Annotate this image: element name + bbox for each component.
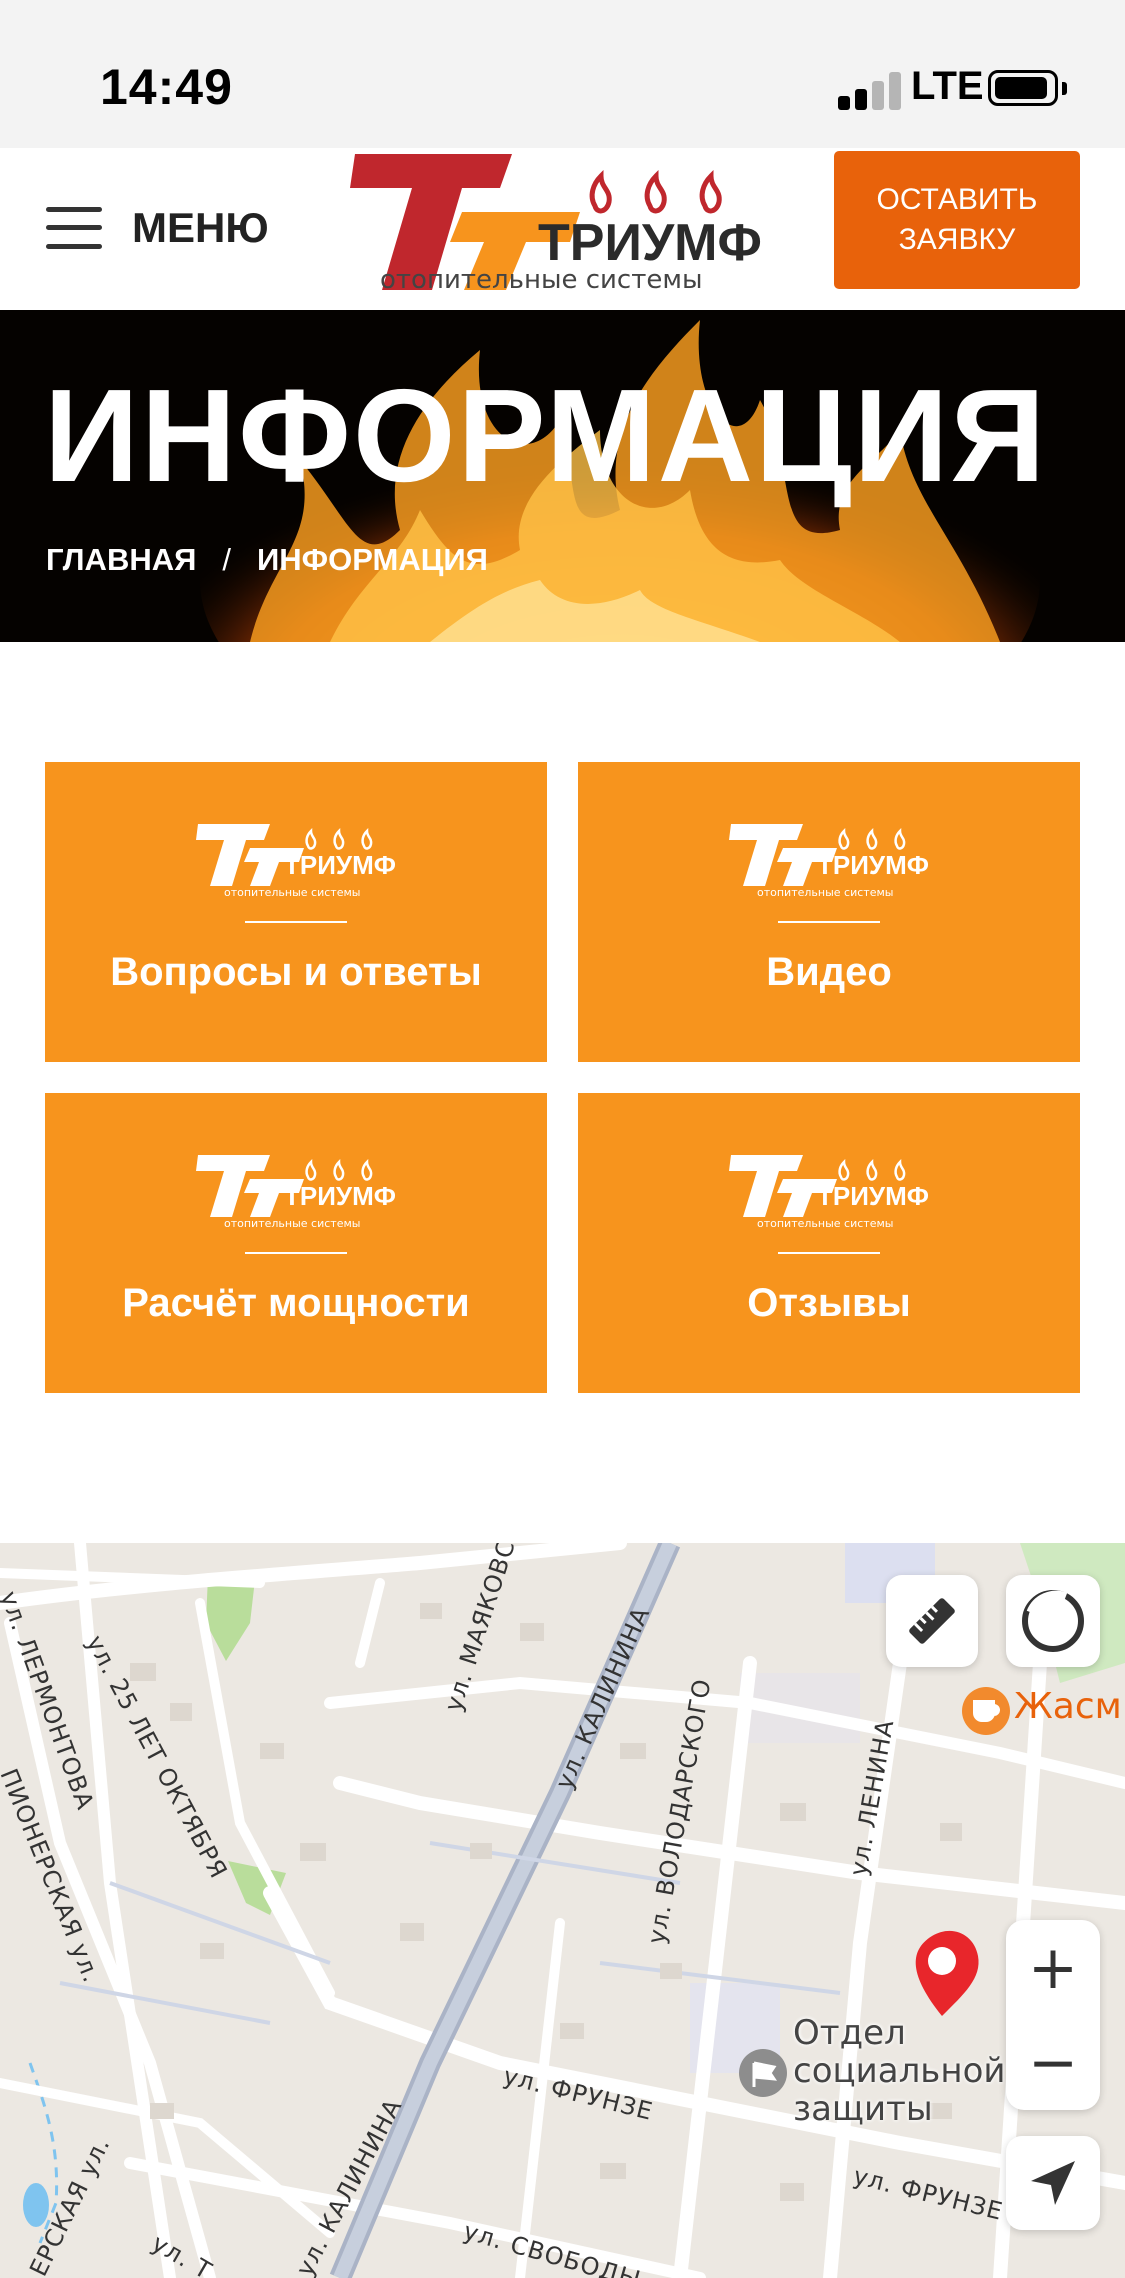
- tile-logo-name: ТРИУМФ: [284, 850, 396, 880]
- poi-label-line1[interactable]: Отдел: [793, 2014, 906, 2052]
- breadcrumb-separator: /: [222, 542, 232, 577]
- leave-request-button[interactable]: ОСТАВИТЬ ЗАЯВКУ: [834, 151, 1080, 289]
- tile-label: Вопросы и ответы: [110, 950, 482, 994]
- battery-icon: [988, 70, 1058, 106]
- tile-power-calc[interactable]: ТРИУМФ отопительные системы Расчёт мощно…: [45, 1093, 547, 1393]
- status-bar: 14:49 LTE: [0, 0, 1125, 148]
- ruler-icon: [909, 1598, 955, 1644]
- tile-logo-tagline: отопительные системы: [224, 1217, 360, 1229]
- page-title: ИНФОРМАЦИЯ: [44, 362, 1048, 509]
- tile-logo-icon: ТРИУМФ отопительные системы: [196, 1155, 396, 1229]
- tile-divider: [245, 921, 347, 923]
- tile-logo-name: ТРИУМФ: [284, 1181, 396, 1211]
- signal-icon: [838, 70, 902, 110]
- logo-name: ТРИУМФ: [538, 214, 762, 272]
- menu-button[interactable]: МЕНЮ: [46, 192, 269, 264]
- menu-label: МЕНЮ: [132, 204, 269, 251]
- traffic-icon: [1022, 1590, 1084, 1652]
- ruler-button[interactable]: [886, 1575, 978, 1667]
- page-hero: ИНФОРМАЦИЯ ГЛАВНАЯ / ИНФОРМАЦИЯ: [0, 310, 1125, 642]
- tile-faq[interactable]: ТРИУМФ отопительные системы Вопросы и от…: [45, 762, 547, 1062]
- poi-label-line2[interactable]: социальной: [793, 2052, 1005, 2090]
- tile-divider: [778, 1252, 880, 1254]
- tile-logo-tagline: отопительные системы: [757, 886, 893, 898]
- network-type: LTE: [911, 64, 984, 108]
- breadcrumb-home[interactable]: ГЛАВНАЯ: [46, 542, 196, 577]
- tile-divider: [778, 921, 880, 923]
- zoom-out-button[interactable]: −: [1006, 2015, 1100, 2110]
- street-label: ул. ФРУНЗЕ: [851, 2162, 1006, 2226]
- location-arrow-icon: [1031, 2161, 1075, 2205]
- logo-tagline: отопительные системы: [380, 265, 703, 295]
- hamburger-icon: [46, 207, 102, 249]
- street-label: ул. СВОБОДЫ: [460, 2217, 644, 2278]
- status-time: 14:49: [100, 59, 233, 115]
- street-label: ул. ВОЛОДАРСКОГО: [642, 1676, 716, 1946]
- tile-logo-tagline: отопительные системы: [757, 1217, 893, 1229]
- zoom-controls: + −: [1006, 1920, 1100, 2110]
- traffic-button[interactable]: [1006, 1575, 1100, 1667]
- tile-logo-name: ТРИУМФ: [817, 850, 929, 880]
- battery-tip: [1062, 82, 1067, 95]
- tile-label: Расчёт мощности: [122, 1281, 470, 1325]
- tile-reviews[interactable]: ТРИУМФ отопительные системы Отзывы: [578, 1093, 1080, 1393]
- breadcrumb: ГЛАВНАЯ / ИНФОРМАЦИЯ: [46, 542, 488, 578]
- tile-video[interactable]: ТРИУМФ отопительные системы Видео: [578, 762, 1080, 1062]
- tile-label: Отзывы: [747, 1281, 911, 1325]
- tile-logo-name: ТРИУМФ: [817, 1181, 929, 1211]
- cafe-label[interactable]: Жасми: [1014, 1686, 1125, 1727]
- street-label: ул. ФРУНЗЕ: [501, 2062, 656, 2126]
- tile-logo-icon: ТРИУМФ отопительные системы: [729, 1155, 929, 1229]
- map-widget[interactable]: ул. ЛЕРМОНТОВА ул. 25 ЛЕТ ОКТЯБРЯ ул. МА…: [0, 1543, 1125, 2278]
- tile-label: Видео: [766, 950, 892, 994]
- locate-button[interactable]: [1006, 2136, 1100, 2230]
- breadcrumb-current: ИНФОРМАЦИЯ: [257, 542, 488, 577]
- brand-logo[interactable]: ТРИУМФ отопительные системы: [350, 148, 770, 310]
- tile-divider: [245, 1252, 347, 1254]
- tile-logo-icon: ТРИУМФ отопительные системы: [196, 824, 396, 898]
- tile-logo-icon: ТРИУМФ отопительные системы: [729, 824, 929, 898]
- tile-logo-tagline: отопительные системы: [224, 886, 360, 898]
- poi-label-line3[interactable]: защиты: [793, 2090, 933, 2128]
- zoom-in-button[interactable]: +: [1006, 1920, 1100, 2015]
- site-header: МЕНЮ ТРИУМФ отопительные системы ОСТАВИТ…: [0, 148, 1125, 310]
